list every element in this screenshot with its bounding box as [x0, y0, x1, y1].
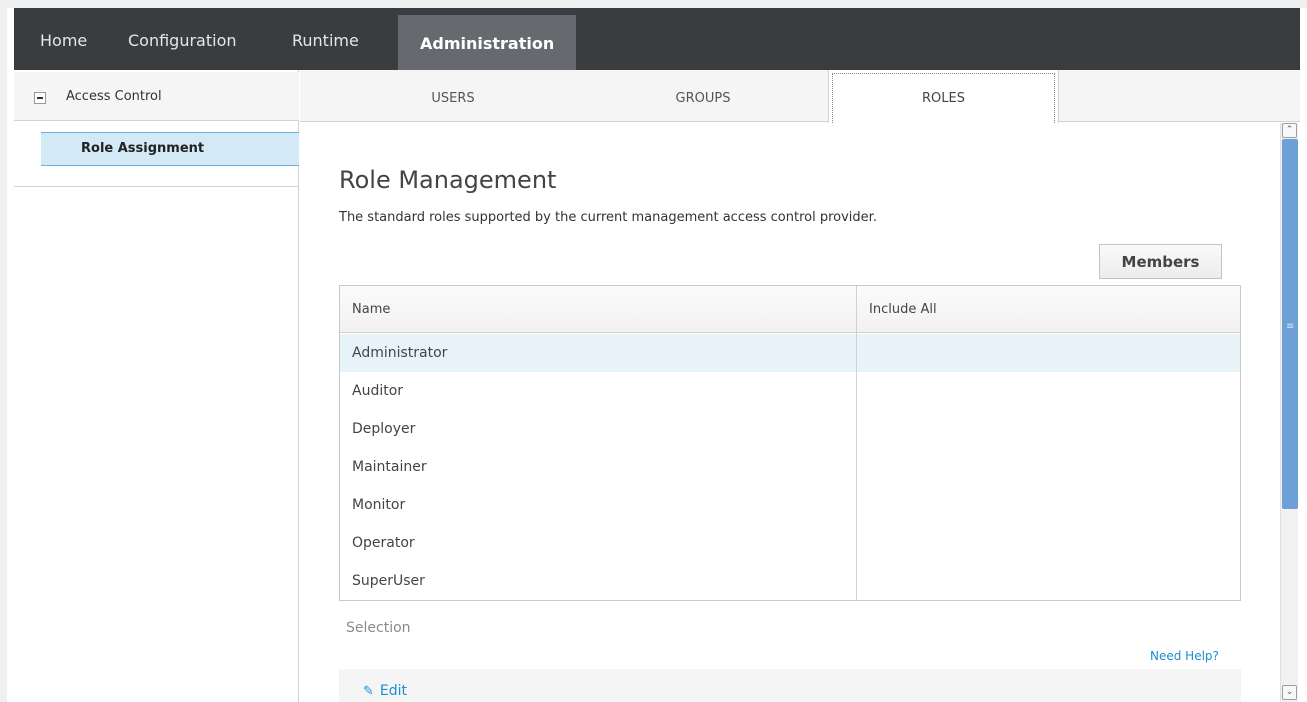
role-name: Operator — [352, 535, 415, 551]
main-content: Role Management The standard roles suppo… — [300, 123, 1280, 702]
nav-administration[interactable]: Administration — [398, 15, 577, 70]
tab-roles-label: ROLES — [922, 91, 965, 106]
column-divider — [856, 286, 857, 600]
collapse-icon[interactable] — [34, 92, 46, 104]
sidebar-item-label: Role Assignment — [81, 141, 205, 156]
selection-toolbar: ✎ Edit — [339, 669, 1241, 702]
scroll-thumb[interactable]: ≡ — [1282, 139, 1298, 509]
edit-icon: ✎ — [363, 684, 374, 699]
role-name: Maintainer — [352, 459, 427, 475]
table-row[interactable]: SuperUser — [340, 562, 1240, 600]
top-navigation: Home Configuration Runtime Administratio… — [14, 8, 1300, 70]
scroll-up-button[interactable]: ⌃ — [1282, 123, 1297, 138]
role-name: Administrator — [352, 345, 448, 361]
sidebar-group-label: Access Control — [66, 89, 162, 104]
table-row[interactable]: Administrator — [340, 334, 1240, 372]
role-include-all — [857, 334, 1240, 372]
selection-label: Selection — [346, 620, 411, 636]
table-row[interactable]: Deployer — [340, 410, 1240, 448]
tab-groups[interactable]: GROUPS — [578, 70, 828, 122]
role-include-all — [857, 410, 1240, 448]
role-include-all — [857, 486, 1240, 524]
table-row[interactable]: Monitor — [340, 486, 1240, 524]
role-include-all — [857, 562, 1240, 600]
page-title: Role Management — [339, 166, 557, 194]
sidebar-divider — [14, 186, 299, 187]
nav-runtime[interactable]: Runtime — [292, 8, 359, 70]
tab-bar: USERS GROUPS ROLES — [300, 70, 1300, 123]
page-description: The standard roles supported by the curr… — [339, 210, 877, 225]
sidebar: Access Control Role Assignment — [14, 70, 299, 702]
role-name: Monitor — [352, 497, 406, 513]
table-row[interactable]: Maintainer — [340, 448, 1240, 486]
role-name: SuperUser — [352, 573, 425, 589]
table-row[interactable]: Operator — [340, 524, 1240, 562]
sidebar-group-access-control[interactable]: Access Control — [14, 72, 299, 121]
role-name: Deployer — [352, 421, 416, 437]
table-row[interactable]: Auditor — [340, 372, 1240, 410]
table-header: Name Include All — [340, 286, 1240, 333]
nav-configuration[interactable]: Configuration — [128, 8, 237, 70]
column-header-include-all[interactable]: Include All — [857, 286, 1240, 333]
role-include-all — [857, 524, 1240, 562]
column-header-name[interactable]: Name — [340, 286, 856, 333]
need-help-link[interactable]: Need Help? — [1150, 649, 1219, 663]
edit-label: Edit — [379, 683, 408, 699]
role-include-all — [857, 372, 1240, 410]
tab-roles[interactable]: ROLES — [828, 70, 1059, 123]
edit-button[interactable]: ✎ Edit — [363, 683, 407, 699]
members-button[interactable]: Members — [1099, 244, 1222, 279]
sidebar-item-role-assignment[interactable]: Role Assignment — [41, 132, 299, 166]
nav-home[interactable]: Home — [40, 8, 87, 70]
role-include-all — [857, 448, 1240, 486]
scroll-down-button[interactable]: ⌄ — [1282, 685, 1297, 700]
roles-table: Name Include All Administrator Auditor D… — [339, 285, 1241, 601]
grip-icon: ≡ — [1286, 321, 1295, 332]
vertical-scrollbar[interactable]: ⌃ ≡ ⌄ — [1280, 123, 1298, 702]
tab-users[interactable]: USERS — [328, 70, 578, 122]
role-name: Auditor — [352, 383, 404, 399]
